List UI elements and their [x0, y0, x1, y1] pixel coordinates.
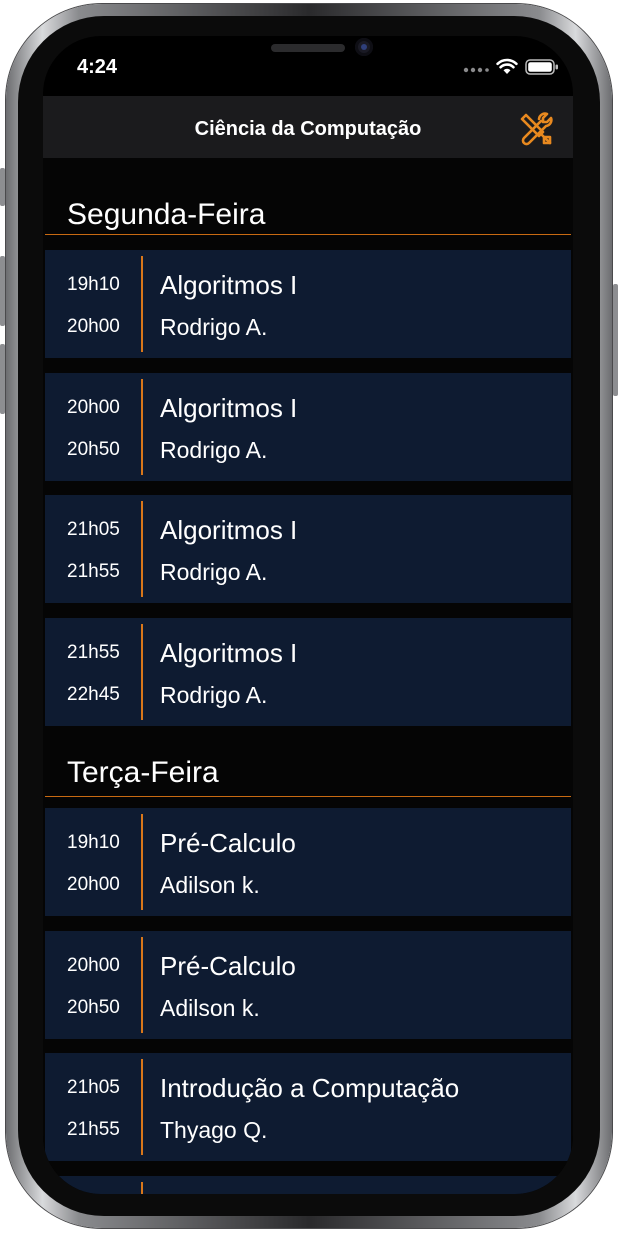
subject-name: Pré-Calculo	[160, 828, 296, 858]
end-time: 21h55	[67, 1119, 120, 1140]
section-title: Terça-Feira	[67, 756, 219, 789]
start-time: 19h10	[67, 274, 120, 295]
teacher-name: Rodrigo A.	[160, 314, 268, 340]
divider-bar	[141, 379, 143, 475]
subject-name: Introdução a Computação	[160, 1073, 460, 1103]
tools-icon	[517, 112, 555, 152]
class-card[interactable]: 21h55 22h45 Algoritmos I Rodrigo A.	[45, 618, 571, 726]
signal-icon	[463, 60, 489, 78]
divider-bar	[141, 814, 143, 910]
subject-name: Algoritmos I	[160, 638, 298, 668]
subject-name: Algoritmos I	[160, 270, 298, 300]
teacher-name: Adilson k.	[160, 995, 260, 1021]
speaker-grille	[271, 44, 345, 52]
section-header-segunda: Segunda-Feira	[45, 164, 571, 235]
section-header-terca: Terça-Feira	[45, 726, 571, 797]
class-card[interactable]: 19h10 20h00 Algoritmos I Rodrigo A.	[45, 250, 571, 358]
class-card[interactable]: 20h00 20h50 Algoritmos I Rodrigo A.	[45, 373, 571, 481]
start-time: 19h10	[67, 832, 120, 853]
front-camera	[355, 38, 373, 56]
end-time: 20h50	[67, 997, 120, 1018]
end-time: 20h00	[67, 316, 120, 337]
start-time: 20h00	[67, 397, 120, 418]
start-time: 21h05	[67, 519, 120, 540]
nav-title: Ciência da Computação	[194, 118, 422, 140]
teacher-name: Rodrigo A.	[160, 559, 268, 585]
end-time: 22h45	[67, 684, 120, 705]
divider-bar	[141, 937, 143, 1033]
power-button	[613, 284, 618, 396]
status-time: 4:24	[77, 56, 118, 78]
end-time: 21h55	[67, 561, 120, 582]
class-card[interactable]: 21h05 21h55 Algoritmos I Rodrigo A.	[45, 495, 571, 603]
battery-icon	[525, 58, 559, 80]
divider-bar	[141, 256, 143, 352]
end-time: 20h00	[67, 874, 120, 895]
divider-bar	[141, 501, 143, 597]
status-icons	[463, 58, 559, 80]
end-time: 20h50	[67, 439, 120, 460]
class-card[interactable]: 21h05 21h55 Introdução a Computação Thya…	[45, 1053, 571, 1161]
schedule-list[interactable]: Segunda-Feira 19h10 20h00 Algoritmos I R…	[43, 158, 573, 1194]
teacher-name: Rodrigo A.	[160, 682, 268, 708]
volume-down-button	[0, 344, 5, 414]
navigation-bar: Ciência da Computação	[43, 96, 573, 159]
notch	[159, 36, 457, 78]
mute-switch	[0, 168, 5, 206]
divider-bar	[141, 624, 143, 720]
settings-button[interactable]	[517, 110, 555, 148]
screen: 4:24 Ciência da Computação Segunda-Feira…	[43, 36, 573, 1194]
class-card[interactable]: 20h00 20h50 Pré-Calculo Adilson k.	[45, 931, 571, 1039]
divider-bar	[141, 1182, 143, 1194]
wifi-icon	[496, 58, 518, 80]
teacher-name: Adilson k.	[160, 872, 260, 898]
subject-name: Pré-Calculo	[160, 951, 296, 981]
teacher-name: Thyago Q.	[160, 1117, 268, 1143]
class-card[interactable]: 19h10 20h00 Pré-Calculo Adilson k.	[45, 808, 571, 916]
teacher-name: Rodrigo A.	[160, 437, 268, 463]
subject-name: Algoritmos I	[160, 393, 298, 423]
divider-bar	[141, 1059, 143, 1155]
volume-up-button	[0, 256, 5, 326]
subject-name: Algoritmos I	[160, 515, 298, 545]
start-time: 21h55	[67, 642, 120, 663]
class-card-partial[interactable]	[45, 1176, 571, 1194]
start-time: 21h05	[67, 1077, 120, 1098]
section-title: Segunda-Feira	[67, 198, 266, 231]
start-time: 20h00	[67, 955, 120, 976]
